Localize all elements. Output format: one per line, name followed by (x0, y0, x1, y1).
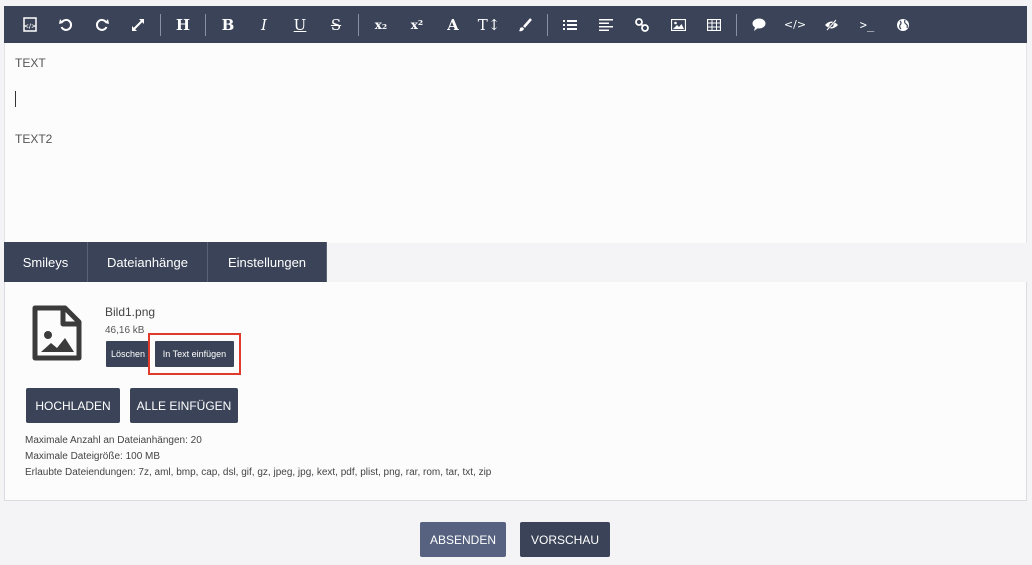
max-file-size-info: Maximale Dateigröße: 100 MB (25, 451, 161, 462)
image-file-icon (32, 305, 82, 365)
svg-text:</>: </> (24, 23, 36, 30)
quote-icon[interactable] (741, 6, 777, 43)
align-icon[interactable] (588, 6, 624, 43)
editor-tabs: Smileys Dateianhänge Einstellungen (4, 242, 327, 282)
italic-icon[interactable]: I (246, 6, 282, 43)
text-editor-area[interactable]: TEXT TEXT2 (4, 43, 1027, 243)
color-brush-icon[interactable] (507, 6, 543, 43)
font-size-icon[interactable]: T↕ (471, 6, 507, 43)
underline-icon[interactable]: U (282, 6, 318, 43)
delete-attachment-button[interactable]: Löschen (106, 341, 150, 367)
superscript-icon[interactable]: x² (399, 6, 435, 43)
toolbar-divider (205, 13, 206, 36)
image-icon[interactable] (660, 6, 696, 43)
subscript-icon[interactable]: x₂ (363, 6, 399, 43)
editor-text-line: TEXT2 (15, 132, 53, 146)
list-icon[interactable] (552, 6, 588, 43)
redo-icon[interactable] (84, 6, 120, 43)
toolbar-divider (160, 13, 161, 36)
toolbar-divider (358, 13, 359, 36)
heading-icon[interactable]: H (165, 6, 201, 43)
highlight-box (148, 333, 241, 375)
tab-attachments[interactable]: Dateianhänge (88, 242, 208, 282)
toolbar-divider (736, 13, 737, 36)
terminal-icon[interactable]: >_ (849, 6, 885, 43)
attachments-panel: Bild1.png 46,16 kB Löschen In Text einfü… (4, 282, 1027, 501)
table-icon[interactable] (696, 6, 732, 43)
undo-icon[interactable] (48, 6, 84, 43)
strikethrough-icon[interactable]: S (318, 6, 354, 43)
insert-all-button[interactable]: ALLE EINFÜGEN (130, 388, 238, 423)
upload-button[interactable]: HOCHLADEN (26, 388, 120, 423)
font-icon[interactable]: A (435, 6, 471, 43)
toolbar-divider (547, 13, 548, 36)
tab-smileys[interactable]: Smileys (4, 242, 88, 282)
link-icon[interactable] (624, 6, 660, 43)
allowed-extensions-info: Erlaubte Dateiendungen: 7z, aml, bmp, ca… (25, 467, 492, 478)
max-attachments-info: Maximale Anzahl an Dateianhängen: 20 (25, 435, 202, 446)
globe-icon[interactable] (885, 6, 921, 43)
editor-toolbar: </> H B I U S x₂ x² A T↕ </> >_ (4, 6, 1027, 43)
attachment-file-size: 46,16 kB (105, 325, 145, 336)
text-caret (15, 91, 16, 107)
submit-button[interactable]: ABSENDEN (420, 522, 506, 557)
preview-button[interactable]: VORSCHAU (520, 522, 610, 557)
bold-icon[interactable]: B (210, 6, 246, 43)
tab-settings[interactable]: Einstellungen (208, 242, 327, 282)
spoiler-icon[interactable] (813, 6, 849, 43)
fullscreen-icon[interactable] (120, 6, 156, 43)
code-icon[interactable]: </> (777, 6, 813, 43)
source-icon[interactable]: </> (12, 6, 48, 43)
attachment-file-name: Bild1.png (105, 305, 156, 319)
editor-text-line: TEXT (15, 56, 46, 70)
